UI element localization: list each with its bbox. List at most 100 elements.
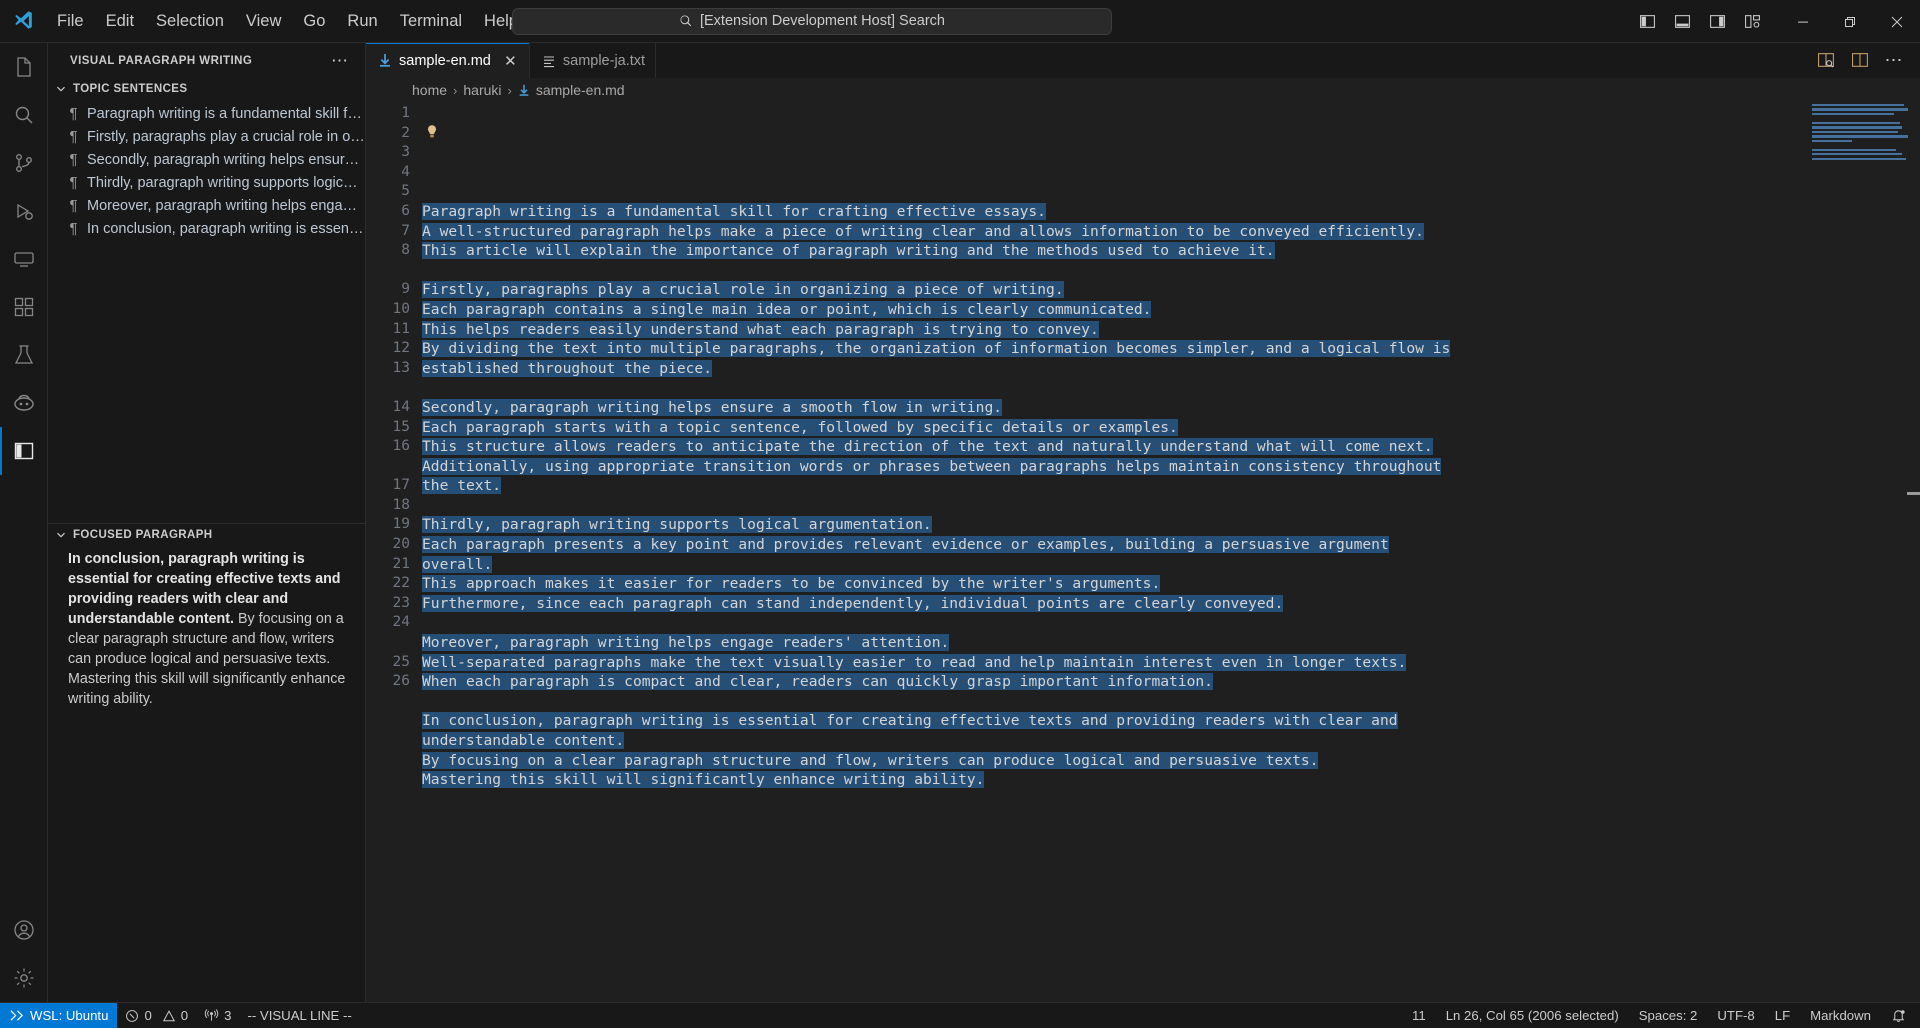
- code-line[interactable]: Thirdly,·paragraph·writing·supports·logi…: [422, 515, 1920, 535]
- list-item[interactable]: ¶ Thirdly, paragraph writing supports lo…: [48, 171, 365, 194]
- code-line[interactable]: established·throughout·the·piece.: [422, 359, 1920, 379]
- menu-edit[interactable]: Edit: [95, 8, 145, 35]
- status-indentation[interactable]: Spaces: 2: [1629, 1003, 1708, 1028]
- code-line[interactable]: the·text.: [422, 476, 1920, 496]
- text-editor[interactable]: 1 2 3 4 5 6 7 8 9 10 11 12 13 14 15 16 17 18 19 20 21 22 23 24 2…: [366, 102, 1920, 1002]
- debug-icon: [16, 203, 33, 220]
- status-problems[interactable]: 0 0: [117, 1003, 196, 1028]
- breadcrumb-item-haruki[interactable]: haruki: [463, 82, 501, 98]
- whitespace-dot: ·: [641, 320, 651, 338]
- toggle-primary-sidebar-icon[interactable]: [1636, 11, 1658, 33]
- activity-item-manage-settings[interactable]: [0, 954, 48, 1002]
- code-line[interactable]: A·well-structured·paragraph·helps·make·a…: [422, 222, 1920, 242]
- code-line[interactable]: This·helps·readers·easily·understand·wha…: [422, 320, 1920, 340]
- code-line[interactable]: [422, 496, 1920, 516]
- code-line[interactable]: overall.: [422, 555, 1920, 575]
- restore-icon[interactable]: [1826, 0, 1873, 43]
- more-actions-icon[interactable]: ⋯: [1884, 51, 1904, 71]
- code-line[interactable]: By·focusing·on·a·clear·paragraph·structu…: [422, 751, 1920, 771]
- list-item[interactable]: ¶ Paragraph writing is a fundamental ski…: [48, 102, 365, 125]
- list-item[interactable]: ¶ Moreover, paragraph writing helps enga…: [48, 194, 365, 217]
- code-line[interactable]: Additionally,·using·appropriate·transiti…: [422, 457, 1920, 477]
- code-line[interactable]: [422, 692, 1920, 712]
- whitespace-dot: ·: [887, 242, 897, 260]
- tab-sample-ja-txt[interactable]: sample-ja.txt: [529, 43, 657, 78]
- list-item[interactable]: ¶ Secondly, paragraph writing helps ensu…: [48, 148, 365, 171]
- list-item[interactable]: ¶ In conclusion, paragraph writing is es…: [48, 217, 365, 240]
- whitespace-dot: ·: [694, 457, 704, 475]
- list-item[interactable]: ¶ Firstly, paragraphs play a crucial rol…: [48, 125, 365, 148]
- menu-file[interactable]: File: [46, 8, 95, 35]
- code-line[interactable]: Each·paragraph·starts·with·a·topic·sente…: [422, 418, 1920, 438]
- split-editor-right-icon[interactable]: [1850, 51, 1870, 71]
- menu-view[interactable]: View: [235, 8, 292, 35]
- breadcrumb-item-home[interactable]: home: [412, 82, 447, 98]
- code-line[interactable]: Mastering·this·skill·will·significantly·…: [422, 770, 1920, 790]
- status-encoding[interactable]: UTF-8: [1707, 1003, 1764, 1028]
- code-line[interactable]: This·structure·allows·readers·to·anticip…: [422, 437, 1920, 457]
- section-header-topic-sentences[interactable]: TOPIC SENTENCES: [48, 78, 365, 100]
- whitespace-dot: ·: [773, 222, 783, 240]
- activity-item-explorer[interactable]: [0, 43, 48, 91]
- open-preview-to-side-icon[interactable]: [1816, 51, 1836, 71]
- code-line[interactable]: [422, 378, 1920, 398]
- lightbulb-icon[interactable]: [424, 123, 439, 139]
- code-line[interactable]: [422, 613, 1920, 633]
- code-line[interactable]: Each·paragraph·contains·a·single·main·id…: [422, 300, 1920, 320]
- code-line[interactable]: Firstly,·paragraphs·play·a·crucial·role·…: [422, 280, 1920, 300]
- customize-layout-icon[interactable]: [1741, 11, 1763, 33]
- code-line[interactable]: Well-separated·paragraphs·make·the·text·…: [422, 653, 1920, 673]
- toggle-secondary-sidebar-icon[interactable]: [1706, 11, 1728, 33]
- activity-item-accounts[interactable]: [0, 906, 48, 954]
- breadcrumb-item-file[interactable]: sample-en.md: [536, 82, 625, 98]
- code-line[interactable]: Furthermore,·since·each·paragraph·can·st…: [422, 594, 1920, 614]
- activity-item-source-control[interactable]: [0, 139, 48, 187]
- code-line[interactable]: When·each·paragraph·is·compact·and·clear…: [422, 672, 1920, 692]
- search-icon: [679, 14, 693, 28]
- tab-sample-en-md[interactable]: sample-en.md ✕: [366, 43, 530, 78]
- whitespace-dot: ·: [588, 575, 598, 593]
- ellipsis-icon[interactable]: ⋯: [323, 52, 357, 69]
- status-ports[interactable]: 3: [196, 1003, 239, 1028]
- bell-dot-icon[interactable]: [1881, 1003, 1920, 1028]
- code-line[interactable]: In·conclusion,·paragraph·writing·is·esse…: [422, 711, 1920, 731]
- activity-item-remote-explorer[interactable]: [0, 235, 48, 283]
- menu-run[interactable]: Run: [336, 8, 388, 35]
- minimap[interactable]: [1812, 104, 1908, 160]
- code-line[interactable]: Each·paragraph·presents·a·key·point·and·…: [422, 535, 1920, 555]
- code-line[interactable]: By·dividing·the·text·into·multiple·parag…: [422, 339, 1920, 359]
- line-number: 23: [392, 594, 410, 611]
- code-line[interactable]: This·approach·makes·it·easier·for·reader…: [422, 574, 1920, 594]
- whitespace-dot: ·: [676, 575, 686, 593]
- section-header-focused-paragraph[interactable]: FOCUSED PARAGRAPH: [48, 524, 365, 546]
- menu-terminal[interactable]: Terminal: [389, 8, 473, 35]
- line-number: 4: [401, 163, 410, 180]
- code-line[interactable]: [422, 261, 1920, 281]
- toggle-panel-icon[interactable]: [1671, 11, 1693, 33]
- command-center[interactable]: [Extension Development Host] Search: [512, 7, 1112, 35]
- activity-item-search[interactable]: [0, 91, 48, 139]
- status-cursor-position[interactable]: Ln 26, Col 65 (2006 selected): [1436, 1003, 1629, 1028]
- code-line[interactable]: This·article·will·explain·the·importance…: [422, 241, 1920, 261]
- status-remote-indicator[interactable]: WSL: Ubuntu: [0, 1002, 118, 1028]
- menu-go[interactable]: Go: [292, 8, 336, 35]
- code-line[interactable]: Moreover,·paragraph·writing·helps·engage…: [422, 633, 1920, 653]
- close-icon[interactable]: ✕: [502, 52, 519, 70]
- whitespace-dot: ·: [1089, 594, 1099, 612]
- activity-item-extensions[interactable]: [0, 283, 48, 331]
- activity-item-visual-paragraph-writing[interactable]: [0, 427, 48, 475]
- close-icon[interactable]: [1873, 0, 1920, 43]
- activity-item-testing[interactable]: [0, 331, 48, 379]
- status-language-mode[interactable]: Markdown: [1800, 1003, 1881, 1028]
- menu-selection[interactable]: Selection: [145, 8, 235, 35]
- editor-content[interactable]: Paragraph·writing·is·a·fundamental·skill…: [422, 102, 1920, 1002]
- code-line[interactable]: Secondly,·paragraph·writing·helps·ensure…: [422, 398, 1920, 418]
- minimize-icon[interactable]: [1779, 0, 1826, 43]
- status-eol[interactable]: LF: [1765, 1003, 1800, 1028]
- status-word-count[interactable]: 11: [1402, 1003, 1436, 1028]
- activity-item-run-and-debug[interactable]: [0, 187, 48, 235]
- activity-item-copilot[interactable]: [0, 379, 48, 427]
- code-line[interactable]: understandable·content.: [422, 731, 1920, 751]
- code-line[interactable]: Paragraph·writing·is·a·fundamental·skill…: [422, 202, 1920, 222]
